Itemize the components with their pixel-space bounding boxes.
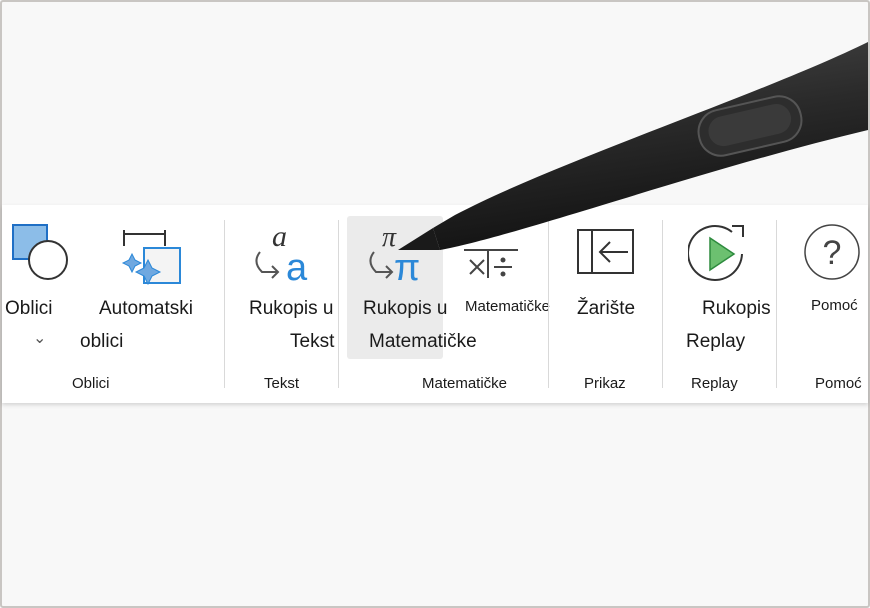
stylus-pen-image [398, 42, 868, 250]
